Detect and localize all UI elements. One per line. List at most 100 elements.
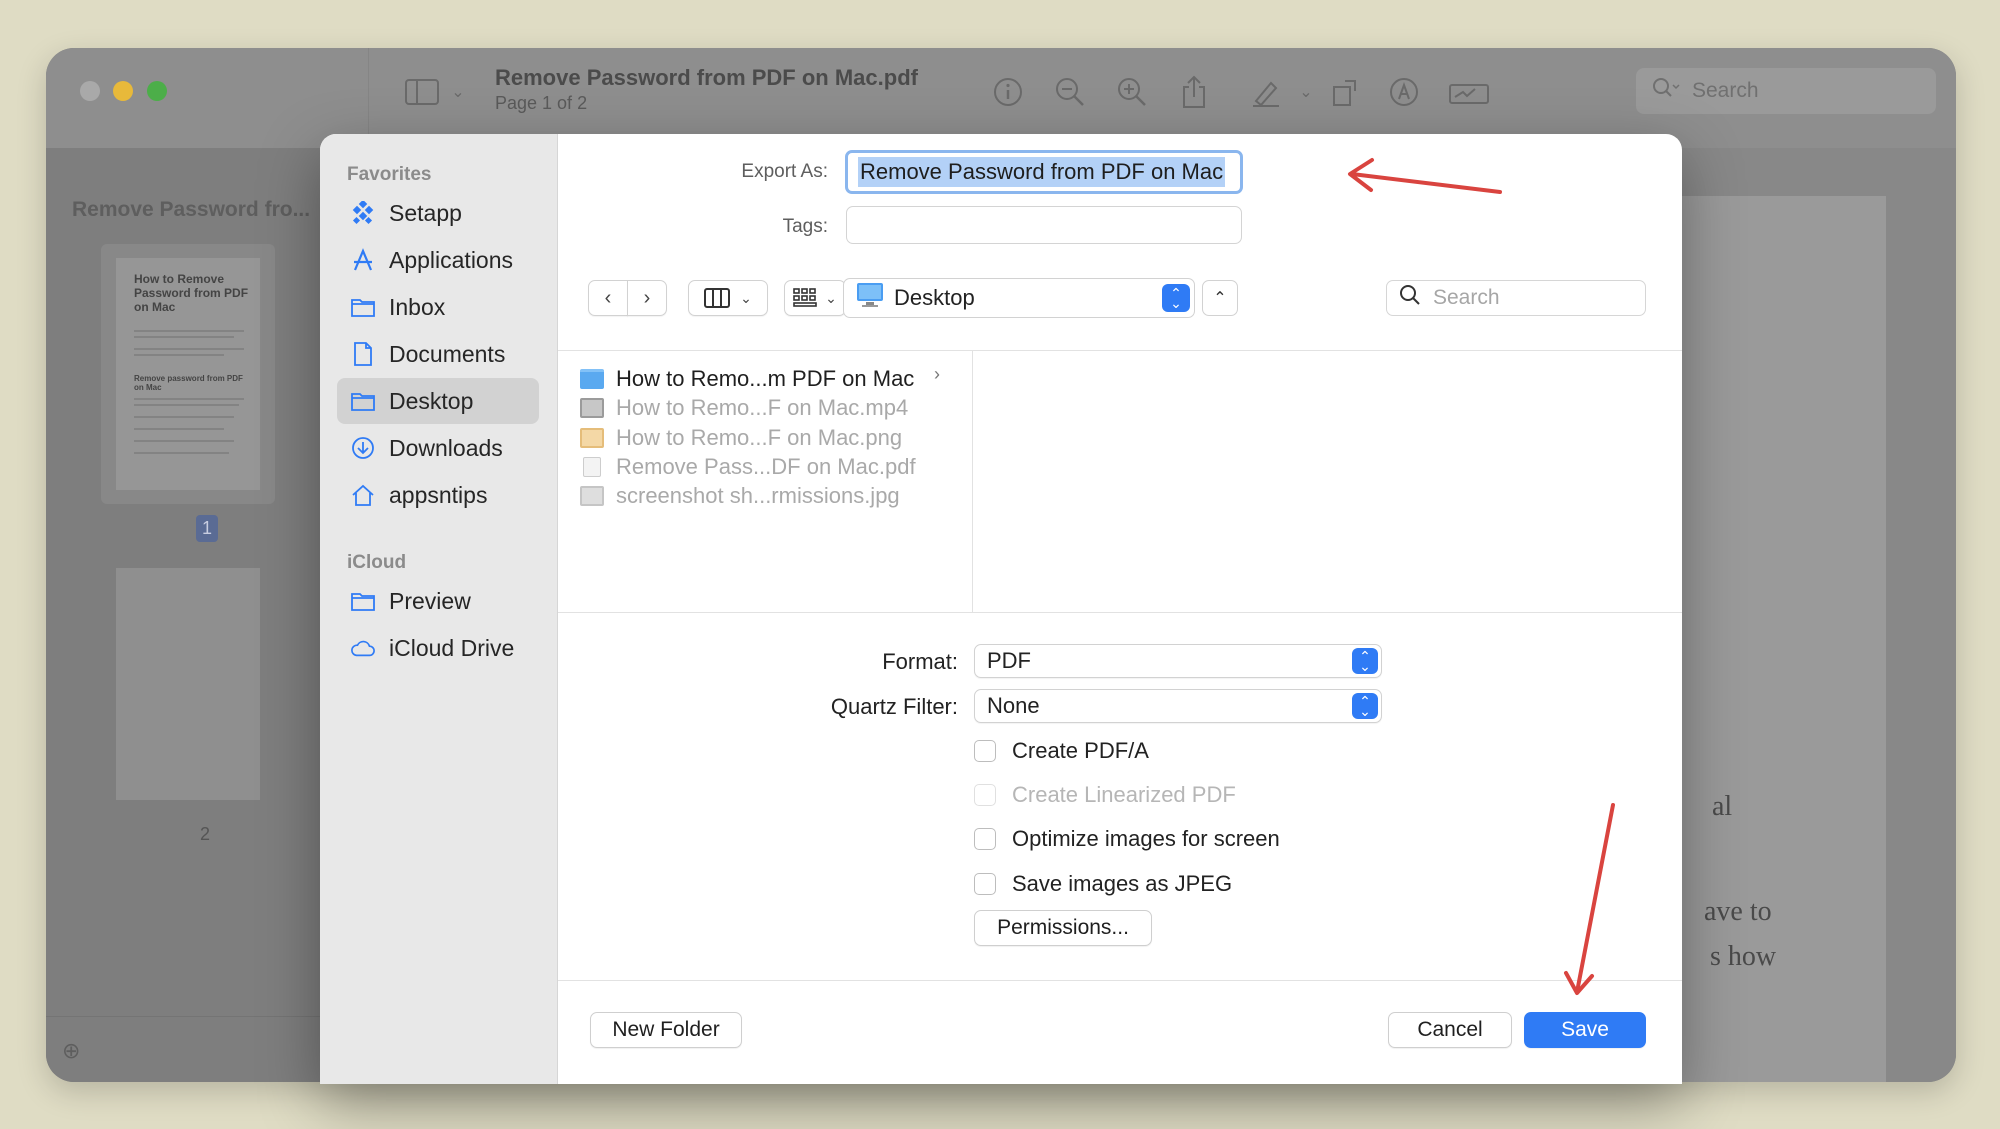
thumbnail-page-1: How to Remove Password from PDF on Mac R… xyxy=(116,258,260,490)
chevron-right-icon: › xyxy=(643,286,651,309)
page-thumbnail-1[interactable]: How to Remove Password from PDF on Mac R… xyxy=(101,244,275,504)
file-name: Remove Pass...DF on Mac.pdf xyxy=(616,454,916,479)
sidebar-toggle-icon[interactable] xyxy=(402,72,442,112)
chevron-up-icon: ⌃ xyxy=(1213,290,1227,307)
signature-icon[interactable] xyxy=(1446,72,1492,112)
group-view-button[interactable]: ⌄ xyxy=(784,280,846,316)
format-select[interactable]: PDF ⌃ ⌄ xyxy=(974,644,1382,678)
chevron-down-icon[interactable]: ⌄ xyxy=(438,72,478,112)
checkbox-box xyxy=(974,740,996,762)
checkbox-label: Optimize images for screen xyxy=(1012,826,1280,851)
sidebar-item-inbox[interactable]: Inbox xyxy=(337,284,539,330)
setapp-icon xyxy=(351,201,375,225)
thumbnail-line xyxy=(134,354,224,356)
page-thumbnail-2[interactable] xyxy=(116,568,260,800)
document-text-fragment: ave to xyxy=(1704,896,1772,927)
pdf-file-icon xyxy=(583,457,601,477)
cancel-button[interactable]: Cancel xyxy=(1388,1012,1512,1048)
markup-chevron-icon[interactable]: ⌄ xyxy=(1286,72,1326,112)
image-file-icon xyxy=(580,486,604,506)
sidebar-item-label: Downloads xyxy=(389,434,503,461)
save-button[interactable]: Save xyxy=(1524,1012,1646,1048)
column-view-button[interactable]: ⌄ xyxy=(688,280,768,316)
applications-icon xyxy=(351,248,375,272)
thumbnail-line xyxy=(134,452,229,454)
tags-label: Tags: xyxy=(782,216,828,237)
close-window-button[interactable] xyxy=(80,81,100,101)
stepper-icon: ⌃ ⌄ xyxy=(1352,648,1378,674)
rotate-icon[interactable] xyxy=(1326,72,1366,112)
sidebar-item-label: appsntips xyxy=(389,481,488,508)
checkbox-label: Save images as JPEG xyxy=(1012,871,1233,896)
back-button[interactable]: ‹ xyxy=(588,280,628,316)
toolbar-search-field[interactable]: Search xyxy=(1636,68,1936,114)
sidebar-divider xyxy=(46,1016,320,1017)
zoom-in-icon[interactable] xyxy=(1112,72,1152,112)
thumbnail-line xyxy=(134,404,239,406)
sidebar-item-icloud-drive[interactable]: iCloud Drive xyxy=(337,625,539,671)
optimize-images-checkbox[interactable]: Optimize images for screen xyxy=(974,826,1280,852)
sidebar-item-label: Desktop xyxy=(389,387,474,414)
sidebar-item-appsntips[interactable]: appsntips xyxy=(337,472,539,518)
thumbnail-line xyxy=(134,428,224,430)
format-label: Format: xyxy=(882,649,958,674)
sidebar-item-label: Inbox xyxy=(389,293,446,320)
quartz-filter-label: Quartz Filter: xyxy=(830,694,958,719)
thumbnail-line xyxy=(134,440,234,442)
zoom-window-button[interactable] xyxy=(147,81,167,101)
minimize-window-button[interactable] xyxy=(113,81,133,101)
thumbnail-line xyxy=(134,330,244,332)
sidebar-item-desktop[interactable]: Desktop xyxy=(337,378,539,424)
checkbox-box xyxy=(974,828,996,850)
markup-pen-icon[interactable] xyxy=(1246,72,1286,112)
favorites-section-label: Favorites xyxy=(347,164,432,185)
dialog-main: Export As: Remove Password from PDF on M… xyxy=(558,134,1682,1084)
sidebar-item-applications[interactable]: Applications xyxy=(337,237,539,283)
info-icon[interactable] xyxy=(988,72,1028,112)
sidebar-item-documents[interactable]: Documents xyxy=(337,331,539,377)
quartz-filter-select[interactable]: None ⌃ ⌄ xyxy=(974,689,1382,723)
footer-divider xyxy=(558,980,1682,981)
save-images-jpeg-checkbox[interactable]: Save images as JPEG xyxy=(974,871,1232,897)
checkbox-box xyxy=(974,784,996,806)
thumbnail-heading: How to Remove Password from PDF on Mac xyxy=(134,272,249,314)
image-file-icon xyxy=(580,428,604,448)
export-as-value: Remove Password from PDF on Mac xyxy=(858,157,1226,187)
dialog-sidebar: Favorites Setapp Applications Inbox Docu… xyxy=(320,134,558,1084)
thumbnail-sidebar: Remove Password fro... How to Remove Pas… xyxy=(46,148,320,1082)
file-browser-divider xyxy=(558,350,1682,351)
dialog-search-field[interactable]: Search xyxy=(1386,280,1646,316)
location-select[interactable]: Desktop ⌃ ⌄ xyxy=(843,278,1195,318)
export-as-input[interactable]: Remove Password from PDF on Mac xyxy=(845,150,1243,194)
location-value: Desktop xyxy=(894,285,975,310)
annotate-icon[interactable] xyxy=(1384,72,1424,112)
sidebar-item-label: iCloud Drive xyxy=(389,634,515,661)
new-folder-button[interactable]: New Folder xyxy=(590,1012,742,1048)
columns-icon xyxy=(704,288,731,308)
sidebar-item-preview[interactable]: Preview xyxy=(337,578,539,624)
zoom-out-icon[interactable] xyxy=(1050,72,1090,112)
toolbar-search-placeholder: Search xyxy=(1692,79,1759,102)
sidebar-item-downloads[interactable]: Downloads xyxy=(337,425,539,471)
document-icon xyxy=(351,342,375,366)
file-row[interactable]: screenshot sh...rmissions.jpg xyxy=(580,479,900,513)
tags-input[interactable] xyxy=(846,206,1242,244)
thumbnail-page-number-2: 2 xyxy=(200,824,211,844)
checkbox-box xyxy=(974,873,996,895)
export-as-label: Export As: xyxy=(741,161,828,182)
file-name: How to Remo...m PDF on Mac xyxy=(616,366,915,391)
collapse-browser-button[interactable]: ⌃ xyxy=(1202,280,1238,316)
forward-button[interactable]: › xyxy=(627,280,667,316)
create-pdfa-checkbox[interactable]: Create PDF/A xyxy=(974,738,1149,764)
checkbox-label: Create Linearized PDF xyxy=(1012,782,1236,807)
sidebar-item-setapp[interactable]: Setapp xyxy=(337,190,539,236)
permissions-button[interactable]: Permissions... xyxy=(974,910,1152,946)
thumbnail-sidebar-title: Remove Password fro... xyxy=(72,198,311,221)
file-browser-divider xyxy=(558,612,1682,613)
share-icon[interactable] xyxy=(1174,72,1214,112)
chevron-left-icon: ‹ xyxy=(604,286,612,309)
chevron-right-icon: › xyxy=(934,364,940,384)
add-page-icon[interactable]: ⊕ xyxy=(62,1038,80,1064)
folder-icon xyxy=(351,589,375,613)
file-row[interactable]: How to Remo...F on Mac.mp4 xyxy=(580,391,908,425)
